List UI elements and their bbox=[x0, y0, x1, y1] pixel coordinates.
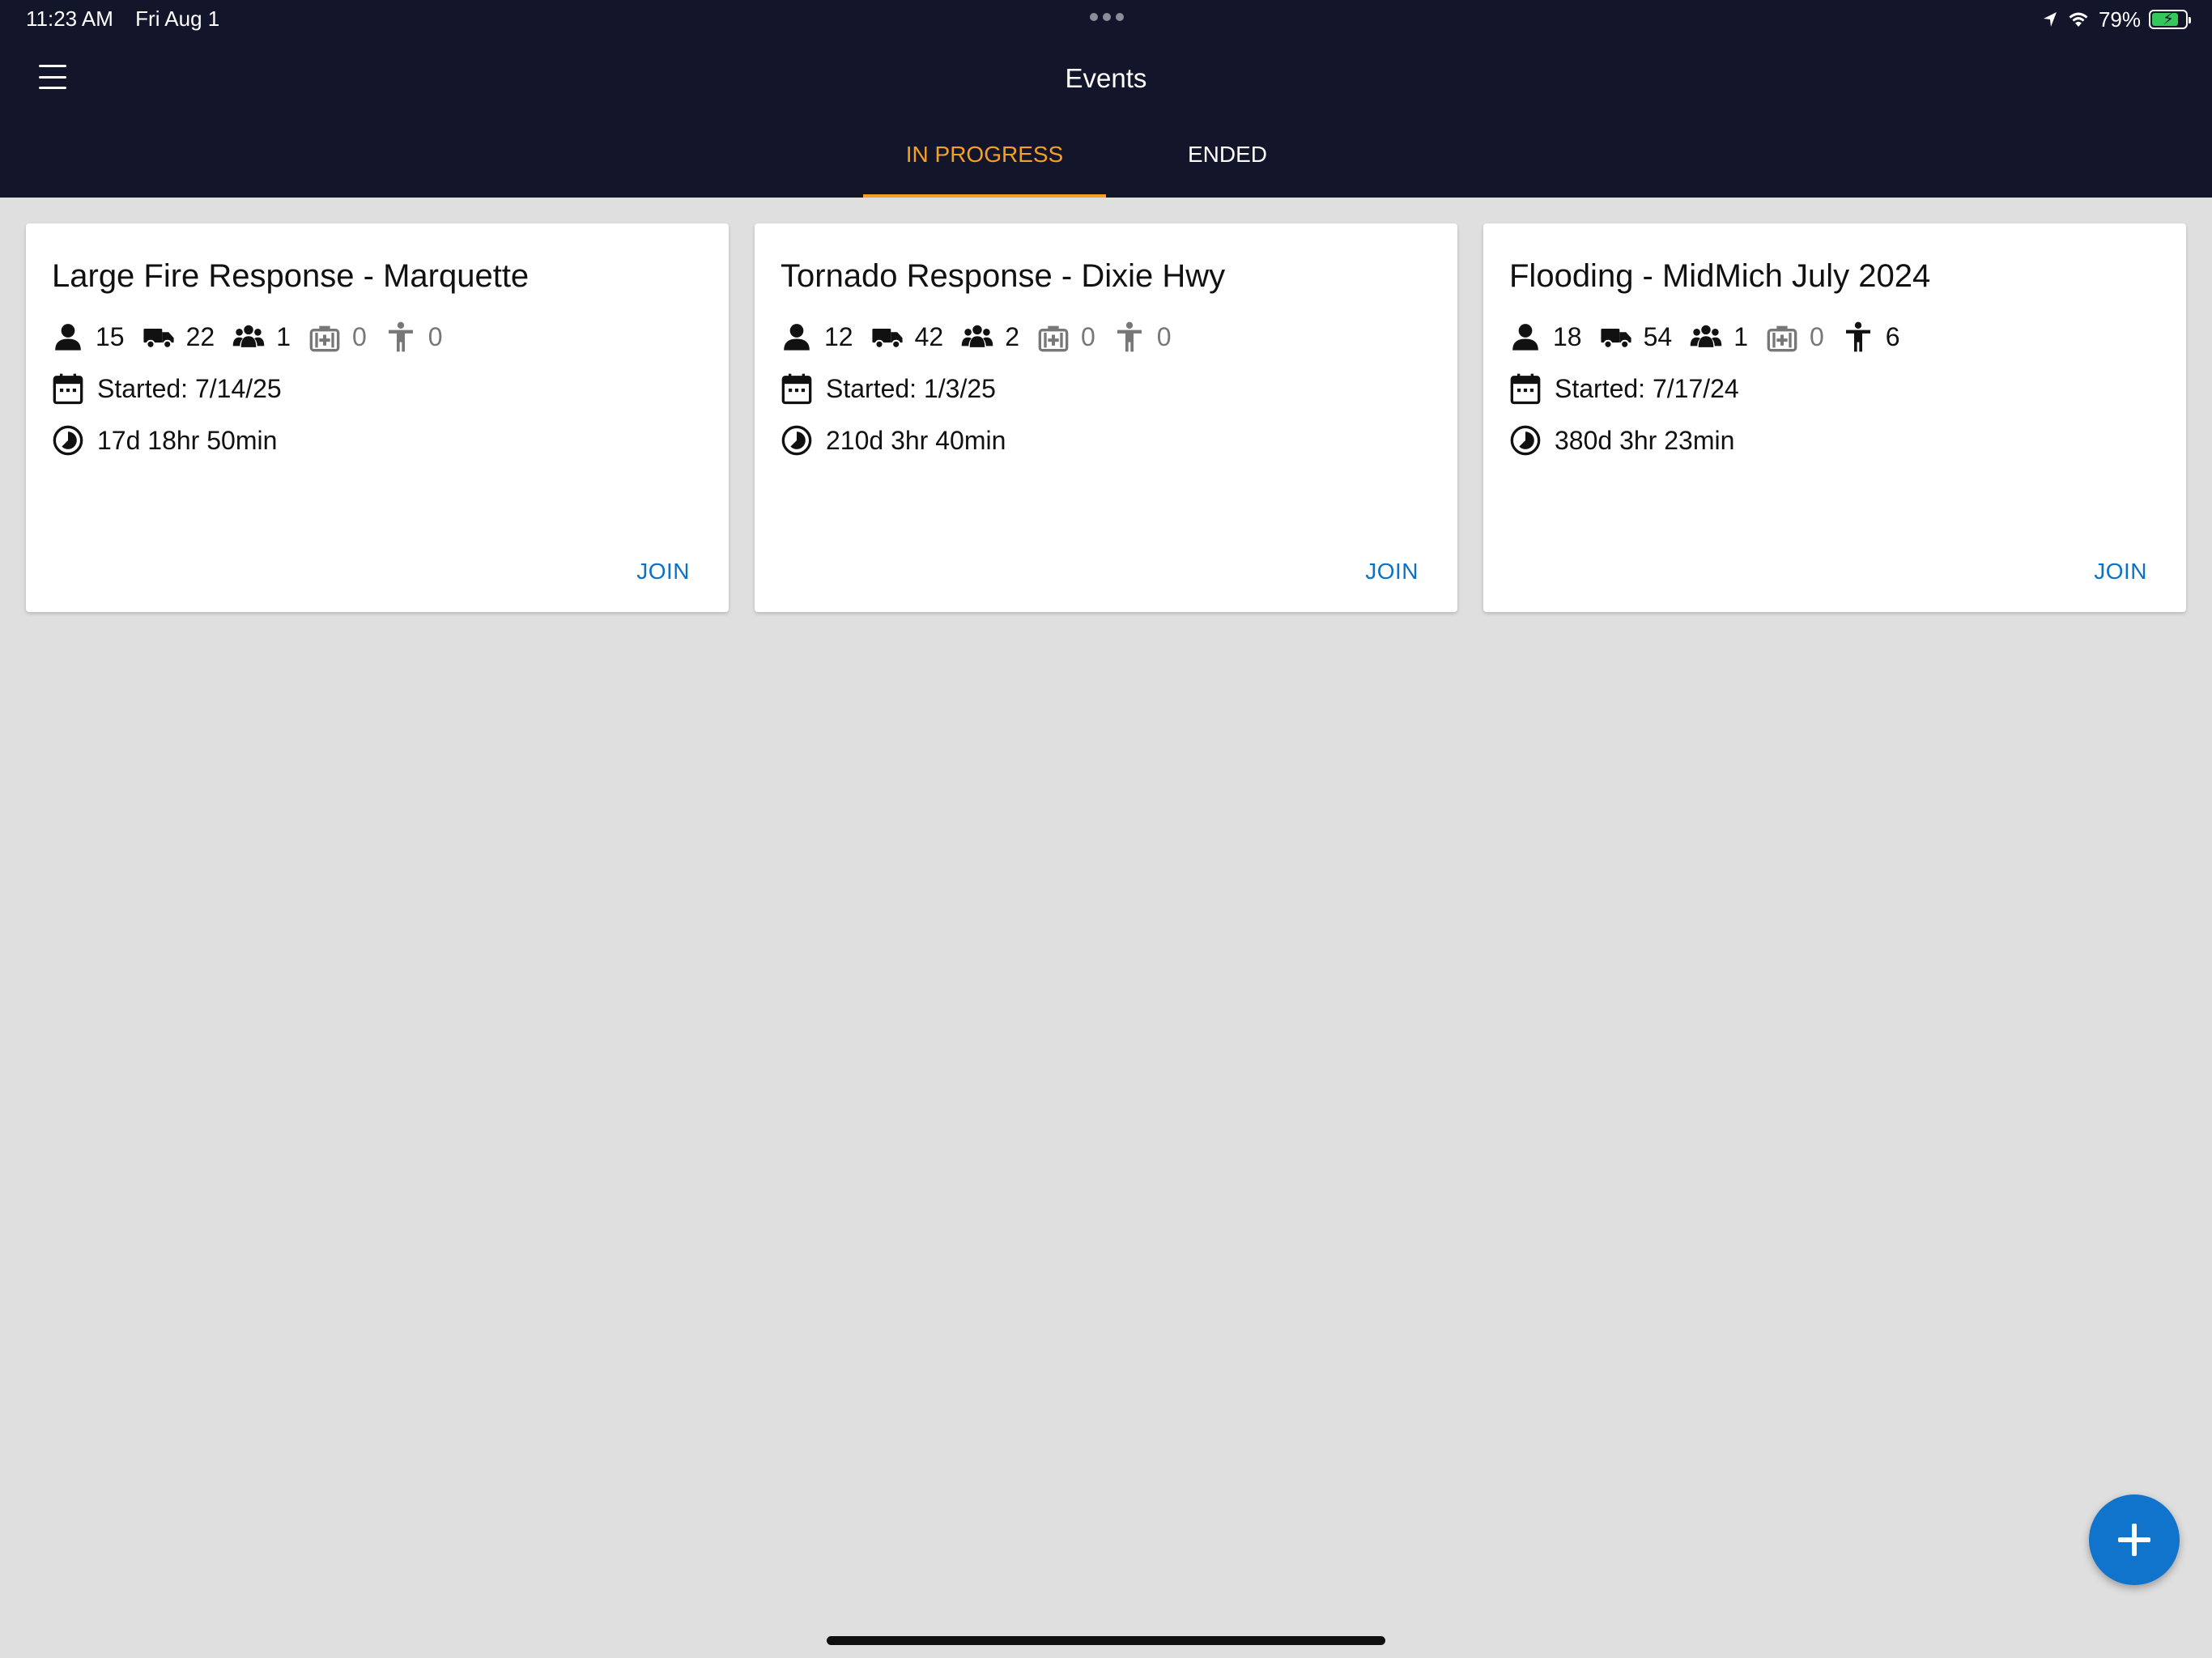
app-header: 11:23 AM Fri Aug 1 79% ⚡ Events IN PROGR… bbox=[0, 0, 2212, 198]
page-title: Events bbox=[1065, 63, 1147, 93]
vehicles-count: 22 bbox=[185, 321, 215, 351]
event-card-list: Large Fire Response - Marquette 15 22 1 … bbox=[26, 223, 2186, 612]
status-time: 11:23 AM bbox=[26, 6, 113, 31]
group-icon bbox=[1690, 321, 1722, 353]
event-start-row: Started: 7/14/25 bbox=[52, 371, 703, 406]
medical-count: 0 bbox=[1080, 321, 1095, 351]
medical-kit-icon bbox=[1037, 321, 1070, 353]
accessibility-icon bbox=[1845, 321, 1870, 352]
truck-icon bbox=[143, 321, 175, 353]
event-start-date: Started: 1/3/25 bbox=[826, 373, 996, 403]
truck-icon bbox=[1600, 321, 1632, 353]
event-start-row: Started: 1/3/25 bbox=[781, 371, 1431, 406]
medical-kit-icon bbox=[308, 321, 341, 353]
tab-in-progress[interactable]: IN PROGRESS bbox=[863, 133, 1106, 198]
calendar-icon bbox=[781, 372, 813, 405]
victims-stat: 0 bbox=[1113, 321, 1172, 353]
vehicles-stat: 42 bbox=[871, 321, 944, 353]
medical-stat: 0 bbox=[308, 321, 367, 353]
wifi-icon bbox=[2069, 12, 2088, 27]
location-arrow-icon bbox=[2043, 12, 2057, 27]
event-duration-row: 210d 3hr 40min bbox=[781, 423, 1431, 458]
add-event-button[interactable] bbox=[2089, 1494, 2180, 1585]
timelapse-icon bbox=[52, 424, 84, 457]
join-button[interactable]: JOIN bbox=[2094, 559, 2147, 585]
medical-stat: 0 bbox=[1766, 321, 1824, 353]
event-title: Large Fire Response - Marquette bbox=[52, 258, 530, 294]
personnel-count: 18 bbox=[1553, 321, 1582, 351]
truck-icon bbox=[871, 321, 904, 353]
medical-kit-icon bbox=[1766, 321, 1798, 353]
battery-percent: 79% bbox=[2098, 6, 2141, 32]
event-duration: 210d 3hr 40min bbox=[826, 425, 1006, 455]
join-button[interactable]: JOIN bbox=[1365, 559, 1419, 585]
personnel-stat: 15 bbox=[52, 321, 125, 353]
event-card[interactable]: Tornado Response - Dixie Hwy 12 42 2 0 0… bbox=[755, 223, 1457, 612]
medical-stat: 0 bbox=[1037, 321, 1095, 353]
calendar-icon bbox=[52, 372, 84, 405]
teams-count: 1 bbox=[1733, 321, 1748, 351]
event-stats: 18 54 1 0 6 bbox=[1509, 319, 2160, 355]
accessibility-icon bbox=[388, 321, 413, 352]
join-button[interactable]: JOIN bbox=[636, 559, 690, 585]
timelapse-icon bbox=[1509, 424, 1542, 457]
battery-charging-icon: ⚡ bbox=[2149, 10, 2191, 29]
teams-count: 2 bbox=[1005, 321, 1019, 351]
victims-count: 0 bbox=[428, 321, 443, 351]
group-icon bbox=[961, 321, 993, 353]
event-stats: 12 42 2 0 0 bbox=[781, 319, 1431, 355]
event-stats: 15 22 1 0 0 bbox=[52, 319, 703, 355]
timelapse-icon bbox=[781, 424, 813, 457]
status-time-date: 11:23 AM Fri Aug 1 bbox=[26, 6, 236, 32]
tab-ended[interactable]: ENDED bbox=[1106, 133, 1349, 198]
group-icon bbox=[232, 321, 265, 353]
calendar-icon bbox=[1509, 372, 1542, 405]
status-date: Fri Aug 1 bbox=[135, 6, 220, 31]
medical-count: 0 bbox=[351, 321, 367, 351]
victims-stat: 0 bbox=[385, 321, 443, 353]
victims-count: 6 bbox=[1885, 321, 1900, 351]
event-start-row: Started: 7/17/24 bbox=[1509, 371, 2160, 406]
event-tabs: IN PROGRESS ENDED bbox=[863, 133, 1349, 198]
home-indicator[interactable] bbox=[827, 1636, 1385, 1645]
person-icon bbox=[1509, 321, 1542, 353]
victims-count: 0 bbox=[1156, 321, 1172, 351]
multitasking-dots-icon[interactable] bbox=[1090, 13, 1124, 23]
event-card[interactable]: Large Fire Response - Marquette 15 22 1 … bbox=[26, 223, 729, 612]
accessibility-icon bbox=[1117, 321, 1142, 352]
vehicles-count: 42 bbox=[914, 321, 944, 351]
vehicles-stat: 22 bbox=[143, 321, 215, 353]
teams-stat: 2 bbox=[961, 321, 1019, 353]
person-icon bbox=[52, 321, 84, 353]
teams-stat: 1 bbox=[1690, 321, 1748, 353]
person-icon bbox=[781, 321, 813, 353]
teams-count: 1 bbox=[276, 321, 291, 351]
personnel-stat: 18 bbox=[1509, 321, 1582, 353]
teams-stat: 1 bbox=[232, 321, 291, 353]
medical-count: 0 bbox=[1809, 321, 1824, 351]
vehicles-stat: 54 bbox=[1600, 321, 1673, 353]
event-card[interactable]: Flooding - MidMich July 2024 18 54 1 0 6… bbox=[1483, 223, 2186, 612]
personnel-stat: 12 bbox=[781, 321, 853, 353]
event-start-date: Started: 7/14/25 bbox=[97, 373, 282, 403]
event-title: Tornado Response - Dixie Hwy bbox=[781, 258, 1226, 294]
vehicles-count: 54 bbox=[1643, 321, 1673, 351]
victims-stat: 6 bbox=[1842, 321, 1900, 353]
personnel-count: 15 bbox=[96, 321, 125, 351]
event-duration-row: 380d 3hr 23min bbox=[1509, 423, 2160, 458]
status-indicators: 79% ⚡ bbox=[2042, 6, 2191, 32]
event-duration-row: 17d 18hr 50min bbox=[52, 423, 703, 458]
event-title: Flooding - MidMich July 2024 bbox=[1509, 258, 1931, 294]
event-duration: 17d 18hr 50min bbox=[97, 425, 278, 455]
event-start-date: Started: 7/17/24 bbox=[1555, 373, 1739, 403]
event-duration: 380d 3hr 23min bbox=[1555, 425, 1735, 455]
personnel-count: 12 bbox=[824, 321, 853, 351]
